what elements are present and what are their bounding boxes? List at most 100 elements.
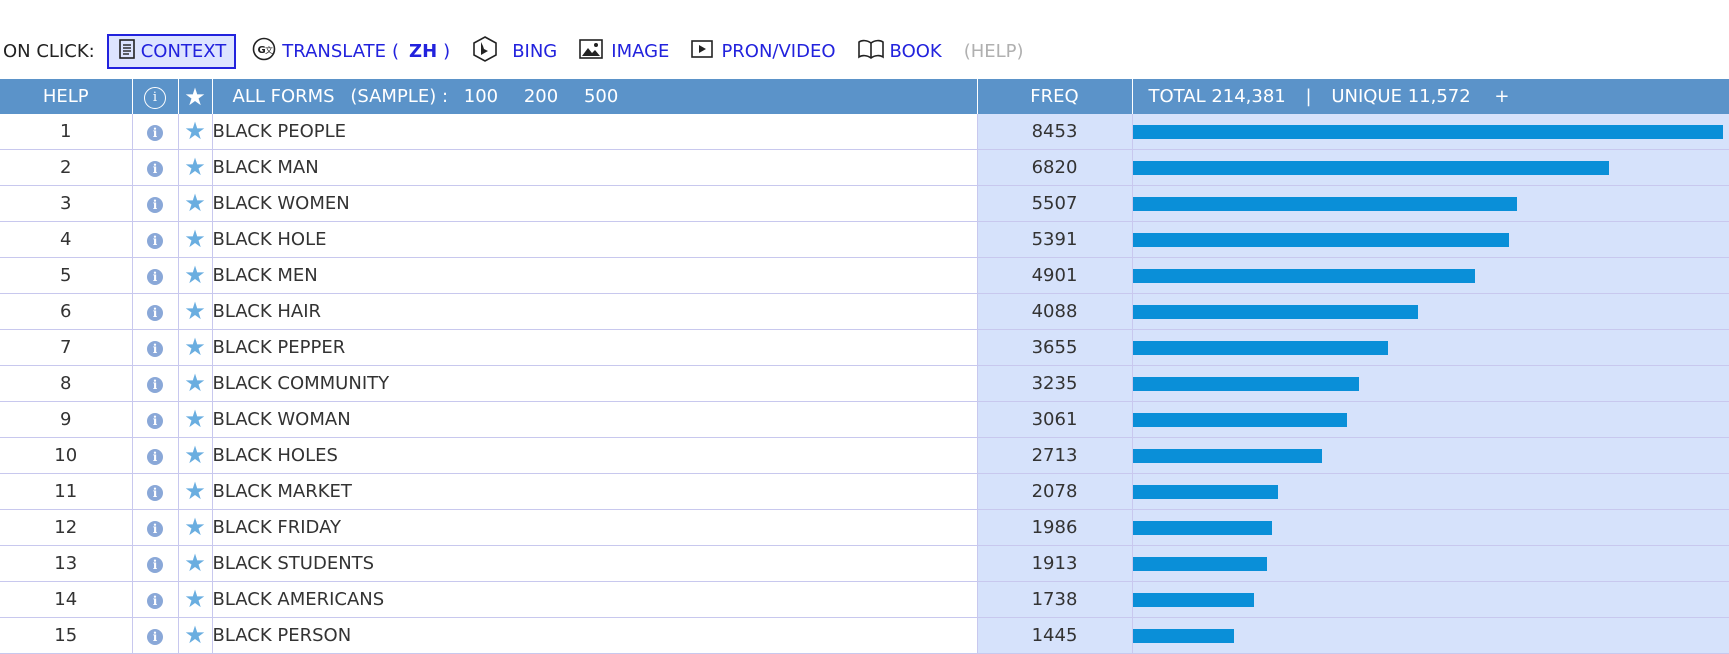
word-link[interactable]: BLACK PEPPER: [212, 329, 978, 366]
info-cell[interactable]: i: [132, 473, 179, 510]
word-link[interactable]: BLACK PEOPLE: [212, 114, 978, 150]
image-button[interactable]: IMAGE: [579, 38, 669, 64]
info-icon[interactable]: i: [147, 485, 163, 501]
info-cell[interactable]: i: [132, 509, 179, 546]
word-link[interactable]: BLACK STUDENTS: [212, 545, 978, 582]
info-cell[interactable]: i: [132, 329, 179, 366]
star-icon[interactable]: ★: [184, 117, 206, 145]
word-link[interactable]: BLACK HAIR: [212, 293, 978, 330]
info-icon[interactable]: i: [147, 161, 163, 177]
book-button[interactable]: BOOK: [857, 39, 942, 64]
info-icon[interactable]: i: [147, 593, 163, 609]
info-cell[interactable]: i: [132, 365, 179, 402]
info-icon[interactable]: i: [147, 233, 163, 249]
info-icon[interactable]: i: [147, 305, 163, 321]
star-icon[interactable]: ★: [184, 225, 206, 253]
bar-cell: [1132, 401, 1729, 438]
star-icon[interactable]: ★: [184, 405, 206, 433]
frequency-bar: [1132, 376, 1359, 391]
star-icon[interactable]: ★: [184, 297, 206, 325]
star-cell[interactable]: ★: [178, 545, 213, 582]
word-link[interactable]: BLACK WOMAN: [212, 401, 978, 438]
star-cell[interactable]: ★: [178, 365, 213, 402]
word-link[interactable]: BLACK AMERICANS: [212, 581, 978, 618]
star-icon[interactable]: ★: [184, 441, 206, 469]
word-link[interactable]: BLACK MEN: [212, 257, 978, 294]
info-cell[interactable]: i: [132, 257, 179, 294]
star-cell[interactable]: ★: [178, 473, 213, 510]
sample-100-link[interactable]: 100: [464, 86, 498, 107]
word-link[interactable]: BLACK MARKET: [212, 473, 978, 510]
info-cell[interactable]: i: [132, 149, 179, 186]
star-cell[interactable]: ★: [178, 437, 213, 474]
star-cell[interactable]: ★: [178, 185, 213, 222]
star-icon[interactable]: ★: [184, 153, 206, 181]
star-icon[interactable]: ★: [184, 369, 206, 397]
star-icon[interactable]: ★: [184, 585, 206, 613]
star-cell[interactable]: ★: [178, 329, 213, 366]
frequency-bar: [1132, 304, 1418, 319]
info-cell[interactable]: i: [132, 437, 179, 474]
sample-500-link[interactable]: 500: [584, 86, 618, 107]
info-icon[interactable]: i: [147, 629, 163, 645]
word-link[interactable]: BLACK WOMEN: [212, 185, 978, 222]
pron-video-button[interactable]: PRON/VIDEO: [691, 39, 836, 63]
translate-button[interactable]: G文 TRANSLATE ( ZH ): [252, 37, 450, 66]
word-link[interactable]: BLACK MAN: [212, 149, 978, 186]
freq-header[interactable]: FREQ: [977, 79, 1133, 114]
word-link[interactable]: BLACK HOLES: [212, 437, 978, 474]
star-cell[interactable]: ★: [178, 114, 213, 150]
star-cell[interactable]: ★: [178, 149, 213, 186]
info-icon[interactable]: i: [147, 377, 163, 393]
table-row: 6 i ★ BLACK HAIR 4088: [0, 293, 1729, 330]
table-row: 1 i ★ BLACK PEOPLE 8453: [0, 114, 1729, 150]
info-icon[interactable]: i: [147, 557, 163, 573]
star-icon[interactable]: ★: [184, 261, 206, 289]
word-link[interactable]: BLACK FRIDAY: [212, 509, 978, 546]
sample-200-link[interactable]: 200: [524, 86, 558, 107]
star-cell[interactable]: ★: [178, 293, 213, 330]
info-icon[interactable]: i: [147, 521, 163, 537]
frequency-bar: [1132, 484, 1278, 499]
table-row: 12 i ★ BLACK FRIDAY 1986: [0, 509, 1729, 546]
info-icon[interactable]: i: [147, 269, 163, 285]
info-header: i: [132, 79, 179, 114]
star-icon[interactable]: ★: [184, 189, 206, 217]
star-cell[interactable]: ★: [178, 257, 213, 294]
expand-plus-button[interactable]: +: [1494, 86, 1509, 107]
star-cell[interactable]: ★: [178, 509, 213, 546]
info-cell[interactable]: i: [132, 581, 179, 618]
bar-cell: [1132, 617, 1729, 654]
star-icon[interactable]: ★: [184, 513, 206, 541]
info-icon[interactable]: i: [147, 449, 163, 465]
word-link[interactable]: BLACK HOLE: [212, 221, 978, 258]
info-cell[interactable]: i: [132, 185, 179, 222]
star-header: ★: [178, 79, 213, 114]
on-click-toolbar: ON CLICK: CONTEXT G文 TRANSLATE ( ZH ) BI…: [0, 33, 1729, 69]
info-cell[interactable]: i: [132, 617, 179, 654]
info-icon[interactable]: i: [147, 125, 163, 141]
star-icon[interactable]: ★: [184, 621, 206, 649]
star-cell[interactable]: ★: [178, 221, 213, 258]
star-cell[interactable]: ★: [178, 617, 213, 654]
star-cell[interactable]: ★: [178, 581, 213, 618]
star-icon[interactable]: ★: [184, 549, 206, 577]
bing-button[interactable]: BING: [472, 35, 557, 67]
word-link[interactable]: BLACK COMMUNITY: [212, 365, 978, 402]
info-cell[interactable]: i: [132, 221, 179, 258]
help-header[interactable]: HELP: [0, 79, 133, 114]
info-cell[interactable]: i: [132, 545, 179, 582]
info-cell[interactable]: i: [132, 401, 179, 438]
context-button[interactable]: CONTEXT: [106, 33, 237, 69]
info-cell[interactable]: i: [132, 114, 179, 150]
info-cell[interactable]: i: [132, 293, 179, 330]
help-link[interactable]: (HELP): [964, 41, 1024, 62]
info-icon[interactable]: i: [147, 413, 163, 429]
info-icon[interactable]: i: [147, 197, 163, 213]
star-icon[interactable]: ★: [184, 477, 206, 505]
star-icon[interactable]: ★: [184, 333, 206, 361]
star-cell[interactable]: ★: [178, 401, 213, 438]
translate-label: TRANSLATE: [282, 40, 386, 62]
info-icon[interactable]: i: [147, 341, 163, 357]
word-link[interactable]: BLACK PERSON: [212, 617, 978, 654]
